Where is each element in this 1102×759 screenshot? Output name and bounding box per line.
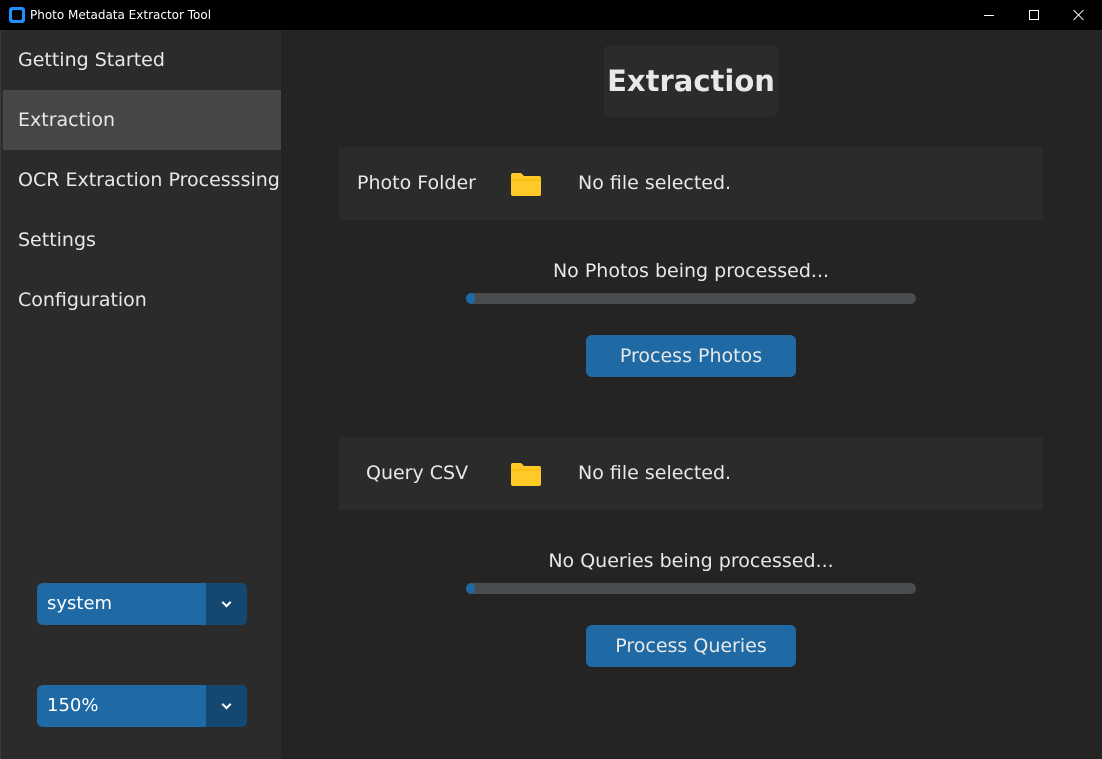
query-csv-label: Query CSV <box>366 462 469 484</box>
appearance-mode-dropdown-button[interactable] <box>206 583 247 625</box>
query-csv-row: Query CSV No file selected. <box>339 437 1043 510</box>
chevron-down-icon <box>221 699 232 709</box>
photo-folder-label: Photo Folder <box>357 172 476 194</box>
sidebar-item-configuration[interactable]: Configuration <box>3 270 282 330</box>
chevron-down-icon <box>221 597 232 607</box>
query-progress-fill <box>466 583 475 594</box>
query-status-text: No Queries being processed... <box>548 550 834 572</box>
sidebar-item-ocr-extraction[interactable]: OCR Extraction Processsing <box>3 150 282 210</box>
ui-scaling-value: 150% <box>47 695 99 716</box>
sidebar-item-getting-started[interactable]: Getting Started <box>3 30 282 90</box>
photo-folder-row: Photo Folder No file selected. <box>339 147 1043 220</box>
minimize-icon <box>984 14 994 16</box>
photo-status-text: No Photos being processed... <box>552 260 830 282</box>
appearance-mode-value: system <box>47 593 113 614</box>
minimize-button[interactable] <box>966 0 1012 30</box>
maximize-button[interactable] <box>1011 0 1057 30</box>
folder-icon[interactable] <box>510 462 542 487</box>
process-queries-button[interactable]: Process Queries <box>586 625 796 667</box>
page-title: Extraction <box>604 45 778 117</box>
photo-folder-path: No file selected. <box>578 172 732 194</box>
ui-scaling-dropdown-button[interactable] <box>206 685 247 727</box>
appearance-mode-select[interactable]: system <box>37 583 247 625</box>
app-icon <box>9 7 25 23</box>
close-button[interactable] <box>1056 0 1102 30</box>
photo-progress-fill <box>466 293 475 304</box>
window-title: Photo Metadata Extractor Tool <box>30 8 212 22</box>
main-content: Extraction Photo Folder No file selected… <box>281 30 1102 759</box>
folder-icon[interactable] <box>510 172 542 197</box>
maximize-icon <box>1029 10 1039 20</box>
photo-progress-bar <box>466 293 916 304</box>
title-bar[interactable]: Photo Metadata Extractor Tool <box>0 0 1102 30</box>
process-photos-button[interactable]: Process Photos <box>586 335 796 377</box>
close-icon <box>1073 9 1085 21</box>
app-window: Photo Metadata Extractor Tool Getting St… <box>0 0 1102 759</box>
sidebar-item-extraction[interactable]: Extraction <box>3 90 282 150</box>
ui-scaling-select[interactable]: 150% <box>37 685 247 727</box>
sidebar: Getting Started Extraction OCR Extractio… <box>0 30 282 759</box>
query-progress-bar <box>466 583 916 594</box>
query-csv-path: No file selected. <box>578 462 732 484</box>
sidebar-item-settings[interactable]: Settings <box>3 210 282 270</box>
